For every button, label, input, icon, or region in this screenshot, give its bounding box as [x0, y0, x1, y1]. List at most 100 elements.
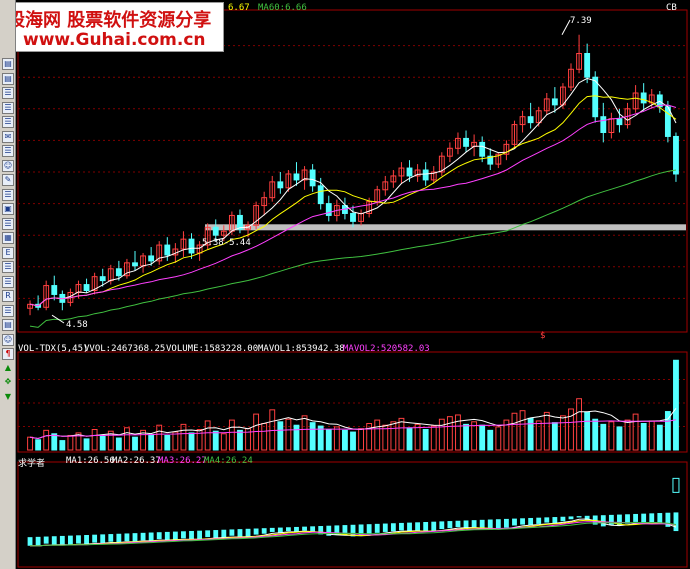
candle-body	[83, 284, 90, 292]
ma3-readout: MA3:26.27	[158, 456, 207, 466]
candle-body	[479, 141, 486, 157]
rs-icon[interactable]: R	[2, 290, 14, 302]
high-price-annotation: 7.39	[570, 16, 592, 26]
candle-body	[551, 98, 558, 106]
candle-body	[600, 116, 607, 133]
volume-bar	[99, 435, 106, 451]
indicator-panel-title: 求学者	[18, 459, 46, 469]
volume-bar	[164, 434, 171, 451]
signal-icon[interactable]: ¶	[2, 348, 14, 360]
watermark-logo: 股海网 股票软件资源分享 www.Guhai.com.cn	[2, 2, 224, 52]
volume-bar	[584, 411, 591, 451]
candle-body	[350, 212, 356, 222]
volume-bar	[285, 418, 292, 451]
tool-icon[interactable]: ✎	[2, 174, 14, 186]
window-icon[interactable]: ▣	[2, 203, 14, 215]
candle-body	[115, 268, 122, 277]
mavol2-readout: MAVOL2:520582.03	[343, 344, 430, 354]
ma-readout-a: 6.67	[228, 3, 250, 13]
volume-bar	[204, 420, 211, 451]
volume-bar	[156, 424, 163, 451]
ma4-readout: MA4:26.24	[204, 456, 253, 466]
person-icon[interactable]: ☺	[2, 159, 14, 172]
volume-bar	[269, 409, 276, 451]
volume-bar	[325, 428, 332, 451]
volume-bar	[640, 423, 647, 451]
arrow-up-green-icon[interactable]: ▲	[2, 362, 14, 375]
list-icon[interactable]: ☰	[2, 101, 14, 114]
volume-bar	[83, 438, 90, 451]
volume-readout: VOLUME:1583228.00	[166, 344, 259, 354]
person-icon[interactable]: ☺	[2, 333, 14, 346]
volume-bar	[616, 426, 623, 451]
volume-bar	[422, 428, 429, 451]
volume-bar	[438, 418, 445, 451]
candle-body	[212, 226, 219, 236]
list-icon[interactable]: ☰	[2, 275, 14, 288]
volume-bar	[342, 429, 348, 451]
volume-bar	[172, 431, 179, 451]
support-band	[205, 224, 686, 231]
ma60-readout: MA60:6.66	[258, 3, 307, 13]
volume-bar	[656, 424, 663, 451]
volume-bar	[115, 437, 122, 451]
candlestick-chart[interactable]	[0, 0, 690, 569]
volume-panel-title: VOL-TDX(5,45)	[18, 344, 89, 354]
move-icon[interactable]: ✥	[2, 377, 14, 389]
watermark-url: www.Guhai.com.cn	[23, 30, 206, 50]
volume-bar	[366, 423, 373, 451]
candle-body	[309, 169, 316, 187]
volume-bar	[317, 425, 324, 451]
volume-bar	[293, 424, 300, 451]
candle-body	[673, 135, 679, 175]
volume-bar	[576, 398, 582, 451]
volume-bar	[600, 423, 607, 451]
volume-bar	[196, 428, 203, 451]
list-icon[interactable]: ☰	[2, 116, 14, 128]
indicator-last-box	[672, 477, 680, 493]
volume-bar	[406, 427, 413, 451]
volume-bar	[535, 420, 542, 451]
grid-icon[interactable]: ▦	[2, 232, 14, 244]
volume-bar	[519, 410, 526, 451]
volume-bar	[301, 415, 308, 451]
candle-body	[640, 92, 647, 104]
volume-bar	[59, 440, 66, 451]
volume-bar	[333, 426, 340, 451]
mail-icon[interactable]: ✉	[2, 130, 14, 143]
volume-bar	[180, 423, 187, 451]
volume-bar	[463, 423, 469, 451]
corner-tag: CB	[666, 3, 677, 13]
candle-body	[406, 167, 413, 177]
volume-bar	[212, 430, 219, 451]
volume-bar	[237, 429, 243, 451]
list-icon[interactable]: ☰	[2, 261, 14, 273]
list-icon[interactable]: ☰	[2, 217, 14, 230]
volume-bar	[220, 433, 227, 451]
list-icon[interactable]: ☰	[2, 145, 14, 157]
volume-bar	[543, 411, 550, 451]
high-leader-line	[561, 19, 571, 35]
volume-bar	[261, 423, 268, 451]
ex-icon[interactable]: E	[2, 246, 14, 259]
candle-body	[527, 116, 534, 124]
ma1-readout: MA1:26.56	[66, 456, 115, 466]
candle-body	[132, 262, 138, 267]
list-icon[interactable]: ☰	[2, 304, 14, 317]
volume-bar	[487, 429, 494, 451]
vvol-readout: VVOL:2467368.25	[84, 344, 166, 354]
chart-icon[interactable]: ▤	[2, 72, 14, 85]
candle-body	[616, 118, 623, 126]
chart-icon[interactable]: ▤	[2, 58, 14, 70]
chart-icon[interactable]: ▤	[2, 319, 14, 331]
volume-bar	[124, 427, 130, 451]
volume-bar	[148, 434, 155, 451]
list-icon[interactable]: ☰	[2, 87, 14, 99]
signal-marker: $	[540, 331, 546, 341]
volume-bar	[479, 424, 486, 451]
ma2-readout: MA2:26.37	[112, 456, 161, 466]
arrow-down-green-icon[interactable]: ▼	[2, 391, 14, 404]
volume-bar	[277, 421, 284, 451]
candle-body	[164, 244, 171, 256]
list-icon[interactable]: ☰	[2, 188, 14, 201]
